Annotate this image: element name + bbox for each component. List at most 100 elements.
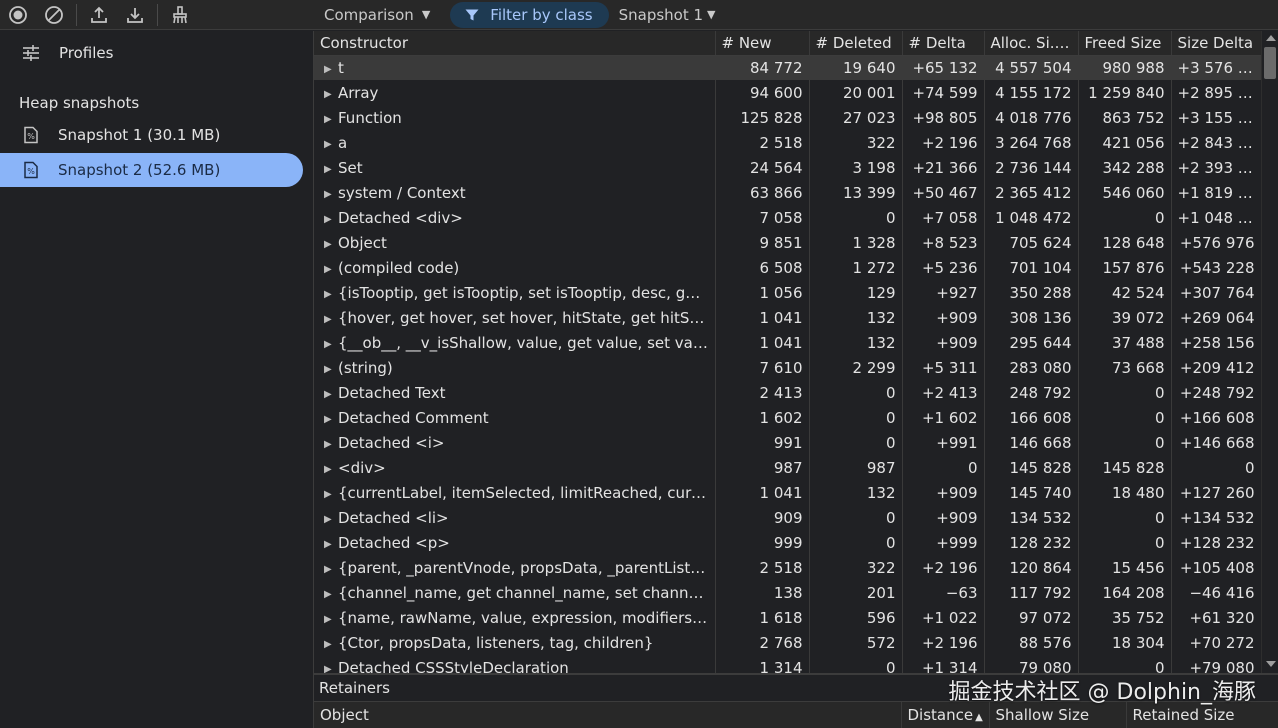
column-header[interactable]: # Delta (902, 31, 985, 56)
expand-triangle-icon[interactable]: ▶ (324, 389, 338, 400)
table-row[interactable]: ▶ Detached <li> 909 0 +909 134 532 0 +134 532 (314, 505, 1262, 530)
constructor-name: {parent, _parentVnode, propsData, _paren… (338, 558, 715, 577)
table-row[interactable]: ▶ Detached <p> 999 0 +999 128 232 0 +128 232 (314, 530, 1262, 555)
value-cell: +248 792 (1171, 380, 1262, 405)
table-row[interactable]: ▶ t 84 772 19 640 +65 132 4 557 504 980 988 +3 … (314, 55, 1262, 80)
table-row[interactable]: ▶ Function 125 828 27 023 +98 805 4 018 776 86… (314, 105, 1262, 130)
heap-snapshot-file-icon: % (24, 161, 38, 179)
value-cell: 2 736 144 (984, 155, 1079, 180)
table-row[interactable]: ▶ {name, rawName, value, expression, modi… (314, 605, 1262, 630)
table-row[interactable]: ▶ {Ctor, propsData, listeners, tag, child… (314, 630, 1262, 655)
value-cell: +3 576 516 (1171, 55, 1262, 80)
table-row[interactable]: ▶ (compiled code) 6 508 1 272 +5 236 701 104 1… (314, 255, 1262, 280)
table-row[interactable]: ▶ Set 24 564 3 198 +21 366 2 736 144 342 288 +2… (314, 155, 1262, 180)
column-header[interactable]: Alloc. Si... ▼ (984, 31, 1079, 56)
upload-icon[interactable] (81, 0, 117, 30)
value-cell: +1 602 (902, 405, 985, 430)
scroll-up-arrow-icon[interactable] (1266, 35, 1276, 41)
value-cell: +2 196 (902, 555, 985, 580)
expand-triangle-icon[interactable]: ▶ (324, 64, 338, 75)
value-cell: 1 259 840 (1078, 80, 1172, 105)
value-cell: 1 602 (715, 405, 810, 430)
expand-triangle-icon[interactable]: ▶ (324, 364, 338, 375)
table-row[interactable]: ▶ Array 94 600 20 001 +74 599 4 155 172 1 259 … (314, 80, 1262, 105)
expand-triangle-icon[interactable]: ▶ (324, 414, 338, 425)
value-cell: 0 (1078, 655, 1172, 673)
value-cell: 6 508 (715, 255, 810, 280)
column-header-label: Object (320, 706, 369, 724)
clear-icon[interactable] (36, 0, 72, 30)
expand-triangle-icon[interactable]: ▶ (324, 139, 338, 150)
column-header[interactable]: Freed Size (1078, 31, 1172, 56)
value-cell: 4 557 504 (984, 55, 1079, 80)
expand-triangle-icon[interactable]: ▶ (324, 564, 338, 575)
scrollbar-thumb[interactable] (1264, 47, 1276, 79)
table-row[interactable]: ▶ Detached <i> 991 0 +991 146 668 0 +146 668 (314, 430, 1262, 455)
column-header[interactable]: # New (715, 31, 810, 56)
expand-triangle-icon[interactable]: ▶ (324, 489, 338, 500)
value-cell: 37 488 (1078, 330, 1172, 355)
value-cell: 63 866 (715, 180, 810, 205)
constructor-cell: ▶ Detached Comment (314, 405, 716, 430)
column-header[interactable]: Size Delta (1171, 31, 1262, 56)
table-row[interactable]: ▶ {__ob__, __v_isShallow, value, get valu… (314, 330, 1262, 355)
class-filter-input[interactable]: Filter by class (450, 1, 609, 28)
expand-triangle-icon[interactable]: ▶ (324, 514, 338, 525)
expand-triangle-icon[interactable]: ▶ (324, 239, 338, 250)
snapshot-list: % Snapshot 1 (30.1 MB)% Snapshot 2 (52.6 M… (0, 118, 313, 187)
record-icon[interactable] (0, 0, 36, 30)
column-header-label: Distance (907, 706, 974, 724)
retainers-column-header[interactable]: Object (314, 702, 902, 728)
expand-triangle-icon[interactable]: ▶ (324, 664, 338, 674)
snapshot-item[interactable]: % Snapshot 2 (52.6 MB) (0, 153, 303, 187)
table-row[interactable]: ▶ (string) 7 610 2 299 +5 311 283 080 73 668 +2… (314, 355, 1262, 380)
table-row[interactable]: ▶ Detached Comment 1 602 0 +1 602 166 608 0 +16… (314, 405, 1262, 430)
table-row[interactable]: ▶ <div> 987 987 0 145 828 145 828 0 (314, 455, 1262, 480)
vertical-scrollbar[interactable] (1261, 31, 1278, 673)
table-row[interactable]: ▶ system / Context 63 866 13 399 +50 467 2 36… (314, 180, 1262, 205)
toolbar-divider (76, 3, 77, 26)
table-row[interactable]: ▶ Detached <div> 7 058 0 +7 058 1 048 472 0 +1 … (314, 205, 1262, 230)
column-header[interactable]: Constructor (314, 31, 716, 56)
column-header[interactable]: # Deleted (809, 31, 903, 56)
value-cell: +7 058 (902, 205, 985, 230)
expand-triangle-icon[interactable]: ▶ (324, 264, 338, 275)
value-cell: 132 (809, 305, 903, 330)
value-cell: 999 (715, 530, 810, 555)
view-mode-dropdown[interactable]: Comparison ▼ (314, 0, 440, 30)
table-row[interactable]: ▶ {isTooptip, get isTooptip, set isToopti… (314, 280, 1262, 305)
expand-triangle-icon[interactable]: ▶ (324, 339, 338, 350)
expand-triangle-icon[interactable]: ▶ (324, 589, 338, 600)
table-row[interactable]: ▶ {currentLabel, itemSelected, limitReach… (314, 480, 1262, 505)
expand-triangle-icon[interactable]: ▶ (324, 189, 338, 200)
snapshot-item[interactable]: % Snapshot 1 (30.1 MB) (0, 118, 303, 152)
expand-triangle-icon[interactable]: ▶ (324, 289, 338, 300)
expand-triangle-icon[interactable]: ▶ (324, 614, 338, 625)
heap-snapshots-heading: Heap snapshots (19, 94, 140, 112)
expand-triangle-icon[interactable]: ▶ (324, 114, 338, 125)
expand-triangle-icon[interactable]: ▶ (324, 464, 338, 475)
expand-triangle-icon[interactable]: ▶ (324, 314, 338, 325)
table-row[interactable]: ▶ {hover, get hover, set hover, hitState,… (314, 305, 1262, 330)
constructor-cell: ▶ {Ctor, propsData, listeners, tag, child… (314, 630, 716, 655)
expand-triangle-icon[interactable]: ▶ (324, 164, 338, 175)
column-header-label: Freed Size (1084, 33, 1162, 52)
download-icon[interactable] (117, 0, 153, 30)
expand-triangle-icon[interactable]: ▶ (324, 89, 338, 100)
table-row[interactable]: ▶ {channel_name, get channel_name, set ch… (314, 580, 1262, 605)
constructor-cell: ▶ {hover, get hover, set hover, hitState,… (314, 305, 716, 330)
table-row[interactable]: ▶ {parent, _parentVnode, propsData, _pare… (314, 555, 1262, 580)
expand-triangle-icon[interactable]: ▶ (324, 214, 338, 225)
expand-triangle-icon[interactable]: ▶ (324, 439, 338, 450)
expand-triangle-icon[interactable]: ▶ (324, 539, 338, 550)
baseline-snapshot-dropdown[interactable]: Snapshot 1 ▼ (609, 0, 726, 30)
garbage-collect-icon[interactable] (162, 0, 198, 30)
table-row[interactable]: ▶ a 2 518 322 +2 196 3 264 768 421 056 +2 843 7… (314, 130, 1262, 155)
scroll-down-arrow-icon[interactable] (1266, 661, 1276, 667)
expand-triangle-icon[interactable]: ▶ (324, 639, 338, 650)
table-row[interactable]: ▶ Detached CSSStyleDeclaration 1 314 0 +1 31… (314, 655, 1262, 674)
table-row[interactable]: ▶ Object 9 851 1 328 +8 523 705 624 128 648 +57… (314, 230, 1262, 255)
table-row[interactable]: ▶ Detached Text 2 413 0 +2 413 248 792 0 +248 7… (314, 380, 1262, 405)
sidebar-item-profiles[interactable]: Profiles (0, 31, 313, 75)
value-cell: 128 648 (1078, 230, 1172, 255)
